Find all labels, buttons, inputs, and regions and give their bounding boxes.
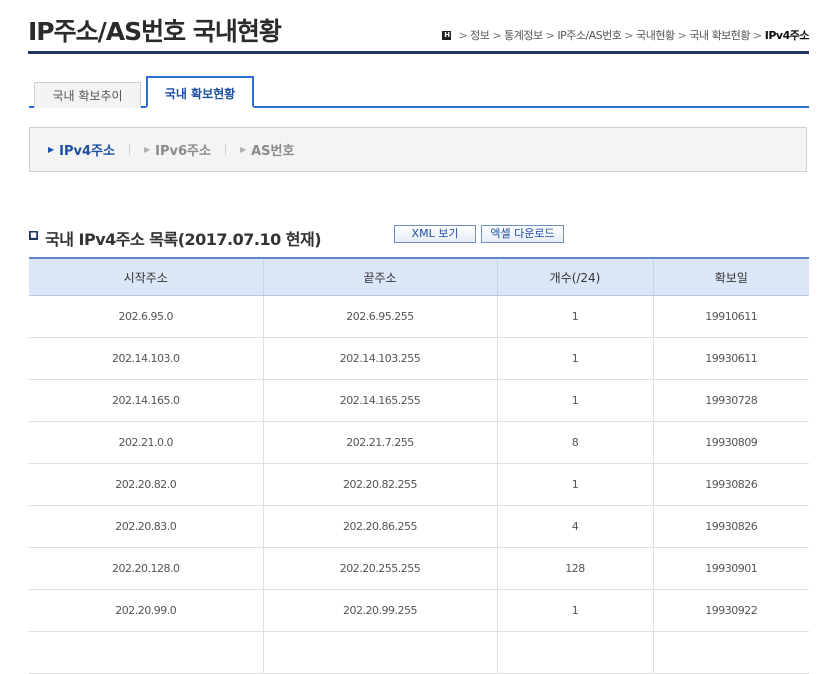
subnav-label: AS번호 — [251, 144, 295, 159]
column-header-count: 개수(/24) — [496, 257, 653, 296]
breadcrumb-item[interactable]: IP주소/AS번호 — [557, 27, 622, 43]
ipv4-address-table: 시작주소 끝주소 개수(/24) 확보일 202.6.95.0 202.6.95… — [29, 257, 809, 674]
cell-start-address: 202.20.128.0 — [29, 547, 263, 590]
home-icon[interactable]: H — [442, 30, 452, 40]
cell-end-address: 202.14.103.255 — [262, 337, 497, 380]
cell-end-address: 202.6.95.255 — [262, 295, 497, 338]
table-row: 202.21.0.0 202.21.7.255 8 19930809 — [29, 421, 809, 464]
breadcrumb-item[interactable]: 정보 — [470, 27, 490, 43]
column-header-start-address: 시작주소 — [29, 257, 263, 296]
subnav-item-ipv4[interactable]: ▶ IPv4주소 — [48, 140, 115, 159]
cell-start-address: 202.20.82.0 — [29, 463, 263, 506]
column-header-date: 확보일 — [652, 257, 809, 296]
breadcrumb-separator: > — [753, 28, 762, 42]
title-divider — [28, 51, 809, 54]
cell-end-address — [262, 631, 497, 674]
cell-start-address: 202.14.165.0 — [29, 379, 263, 422]
cell-count — [496, 631, 653, 674]
table-row: 202.20.99.0 202.20.99.255 1 19930922 — [29, 589, 809, 632]
table-row: 202.14.165.0 202.14.165.255 1 19930728 — [29, 379, 809, 422]
cell-count: 1 — [496, 379, 653, 422]
cell-date: 19930611 — [652, 337, 809, 380]
cell-date: 19930728 — [652, 379, 809, 422]
breadcrumb-separator: > — [624, 28, 634, 42]
xml-view-button[interactable]: XML 보기 — [394, 225, 476, 243]
cell-count: 1 — [496, 589, 653, 632]
excel-download-button[interactable]: 엑셀 다운로드 — [481, 225, 564, 243]
cell-count: 1 — [496, 337, 653, 380]
subnav-label: IPv6주소 — [155, 144, 211, 159]
cell-date: 19930826 — [652, 505, 809, 548]
cell-count: 1 — [496, 463, 653, 506]
breadcrumb-item[interactable]: 국내현황 — [636, 27, 675, 43]
table-header-row: 시작주소 끝주소 개수(/24) 확보일 — [29, 257, 809, 296]
subnav-item-as[interactable]: ▶ AS번호 — [240, 140, 295, 159]
breadcrumb-separator: > — [492, 28, 502, 42]
table-row: 202.20.82.0 202.20.82.255 1 19930826 — [29, 463, 809, 506]
divider — [128, 144, 130, 155]
breadcrumb-separator: > — [545, 28, 555, 42]
cell-start-address: 202.21.0.0 — [29, 421, 263, 464]
section-bullet-icon: ■ — [29, 230, 38, 240]
subnav-label: IPv4주소 — [59, 144, 115, 159]
breadcrumb-separator: > — [677, 28, 687, 42]
cell-start-address: 202.6.95.0 — [29, 295, 263, 338]
page-title: IP주소/AS번호 국내현황 — [28, 17, 282, 46]
section-title: 국내 IPv4주소 목록(2017.07.10 현재) — [45, 230, 322, 249]
table-row: 202.20.128.0 202.20.255.255 128 19930901 — [29, 547, 809, 590]
cell-date: 19930922 — [652, 589, 809, 632]
cell-end-address: 202.20.86.255 — [262, 505, 497, 548]
breadcrumb: H > 정보 > 통계정보 > IP주소/AS번호 > 국내현황 > 국내 확보… — [442, 27, 810, 43]
cell-start-address: 202.20.99.0 — [29, 589, 263, 632]
table-row: 202.14.103.0 202.14.103.255 1 19930611 — [29, 337, 809, 380]
cell-date: 19910611 — [652, 295, 809, 338]
divider — [224, 144, 226, 155]
section-header: ■ 국내 IPv4주소 목록(2017.07.10 현재) — [29, 226, 322, 250]
cell-start-address: 202.14.103.0 — [29, 337, 263, 380]
cell-count: 4 — [496, 505, 653, 548]
breadcrumb-separator: > — [458, 28, 468, 42]
column-header-end-address: 끝주소 — [262, 257, 497, 296]
breadcrumb-item[interactable]: 통계정보 — [504, 27, 543, 43]
cell-date — [652, 631, 809, 674]
cell-count: 8 — [496, 421, 653, 464]
arrow-right-icon: ▶ — [143, 145, 151, 154]
tab-domestic-trend[interactable]: 국내 확보추이 — [34, 82, 141, 108]
cell-count: 1 — [496, 295, 653, 338]
table-row: 202.20.83.0 202.20.86.255 4 19930826 — [29, 505, 809, 548]
cell-end-address: 202.20.82.255 — [262, 463, 497, 506]
breadcrumb-current: IPv4주소 — [764, 29, 810, 42]
subnav-item-ipv6[interactable]: ▶ IPv6주소 — [144, 140, 211, 159]
cell-end-address: 202.20.255.255 — [262, 547, 497, 590]
cell-end-address: 202.21.7.255 — [262, 421, 497, 464]
cell-end-address: 202.14.165.255 — [262, 379, 497, 422]
sub-navigation: ▶ IPv4주소 ▶ IPv6주소 ▶ AS번호 — [29, 127, 807, 172]
cell-date: 19930826 — [652, 463, 809, 506]
cell-end-address: 202.20.99.255 — [262, 589, 497, 632]
cell-date: 19930901 — [652, 547, 809, 590]
breadcrumb-item[interactable]: 국내 확보현황 — [689, 27, 750, 43]
cell-count: 128 — [496, 547, 653, 590]
cell-start-address — [29, 631, 263, 674]
tab-bar: 국내 확보추이 국내 확보현황 — [29, 74, 809, 108]
table-row: 202.6.95.0 202.6.95.255 1 19910611 — [29, 295, 809, 338]
table-row — [29, 631, 809, 674]
arrow-right-icon: ▶ — [48, 145, 55, 154]
arrow-right-icon: ▶ — [239, 145, 247, 154]
cell-start-address: 202.20.83.0 — [29, 505, 263, 548]
tab-domestic-status[interactable]: 국내 확보현황 — [146, 76, 254, 108]
cell-date: 19930809 — [652, 421, 809, 464]
